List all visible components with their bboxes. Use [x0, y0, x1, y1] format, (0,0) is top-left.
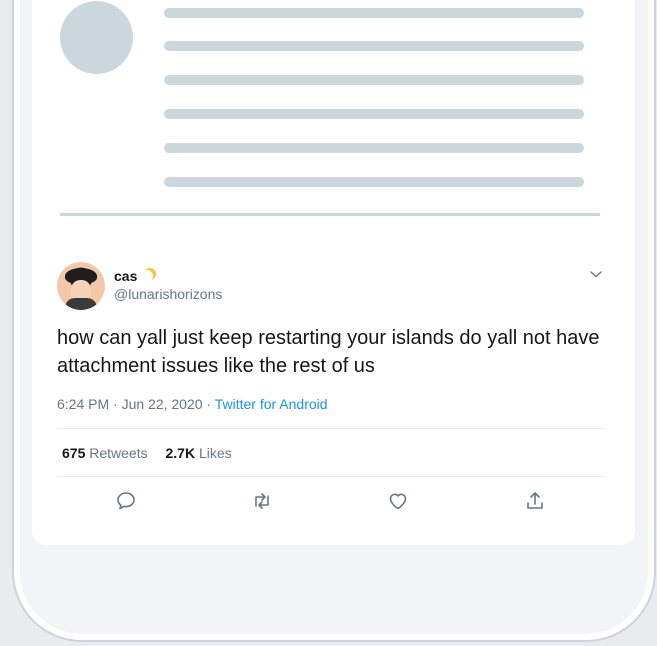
skeleton-line [164, 75, 584, 85]
skeleton-divider [60, 213, 600, 216]
skeleton-line [164, 41, 584, 51]
reply-button[interactable] [114, 489, 138, 513]
likes-label: Likes [198, 445, 232, 461]
timestamp[interactable]: 6:24 PM · Jun 22, 2020 · [57, 396, 215, 412]
display-name-text: cas [114, 268, 138, 284]
likes-stat[interactable]: 2.7K Likes [166, 445, 232, 461]
avatar[interactable] [57, 262, 105, 310]
skeleton-line [164, 143, 584, 153]
tweet-card: cas @lunarishorizons how can yall just k… [32, 0, 635, 545]
skeleton-line [164, 8, 584, 18]
retweet-icon [255, 493, 269, 509]
tweet-meta: 6:24 PM · Jun 22, 2020 · Twitter for And… [57, 396, 328, 412]
skeleton-avatar-placeholder [60, 1, 133, 74]
chevron-down-icon[interactable] [588, 266, 604, 282]
engagement-stats: 675 Retweets 2.7K Likes [62, 445, 232, 461]
heart-icon [389, 493, 407, 510]
retweets-count: 675 [62, 445, 86, 461]
divider [57, 476, 604, 477]
share-button[interactable] [523, 489, 547, 513]
retweets-stat[interactable]: 675 Retweets [62, 445, 148, 461]
retweet-button[interactable] [250, 489, 274, 513]
display-name[interactable]: cas [114, 268, 153, 284]
user-handle[interactable]: @lunarishorizons [114, 286, 222, 302]
like-button[interactable] [386, 489, 410, 513]
divider [57, 428, 604, 429]
retweets-label: Retweets [89, 445, 148, 461]
crescent-moon-icon [141, 270, 153, 282]
source-link[interactable]: Twitter for Android [215, 396, 328, 412]
avatar-body [65, 298, 97, 310]
skeleton-line [164, 109, 584, 119]
share-icon [527, 492, 543, 509]
likes-count: 2.7K [165, 445, 196, 461]
reply-icon [117, 492, 135, 510]
tweet-text: how can yall just keep restarting your i… [57, 327, 600, 377]
skeleton-line [164, 177, 584, 187]
